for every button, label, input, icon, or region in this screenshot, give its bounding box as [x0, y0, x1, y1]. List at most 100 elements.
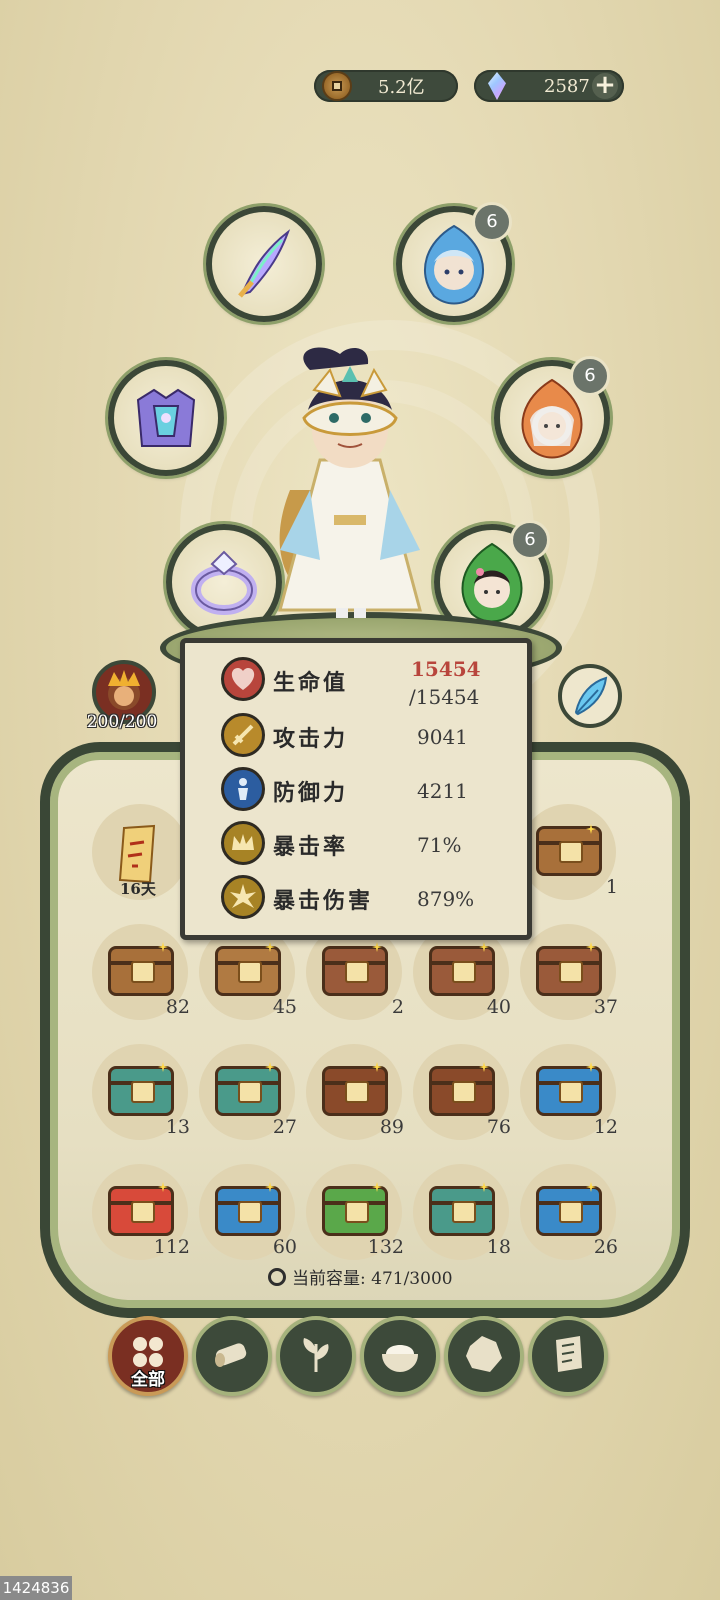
tab-scroll[interactable] — [528, 1316, 608, 1396]
stat-label: 防御力 — [273, 780, 349, 806]
stat-label: 暴击伤害 — [273, 888, 374, 914]
item-count: 37 — [593, 996, 618, 1018]
scroll-icon — [556, 1336, 582, 1372]
gem-icon — [488, 72, 506, 100]
sword-icon — [221, 713, 265, 757]
stat-crit-damage: 暴击伤害 879% — [221, 875, 511, 925]
bag-icon — [268, 1267, 286, 1286]
blade-icon — [238, 229, 291, 298]
gem-amount: 2587 — [544, 75, 590, 97]
capacity-indicator: 当前容量: 471/3000 — [268, 1264, 453, 1289]
coin-amount: 5.2亿 — [378, 77, 425, 98]
chest-icon — [429, 1066, 495, 1116]
stat-value: 4211 — [417, 779, 468, 803]
inventory-item[interactable]: 18 — [413, 1164, 511, 1260]
shield-figure-icon — [221, 767, 265, 811]
stat-label: 暴击率 — [273, 834, 349, 860]
stat-label: 生命值 — [273, 670, 349, 696]
add-gems-button[interactable]: + — [592, 72, 618, 99]
inventory-item[interactable]: 12 — [520, 1044, 618, 1140]
pet-slot-2[interactable]: 6 — [494, 356, 610, 476]
item-count: 1 — [605, 876, 618, 898]
item-count: 18 — [486, 1236, 511, 1258]
star-badge: 6 — [570, 356, 610, 396]
stat-value-current: 15454 — [411, 657, 481, 681]
item-count: 132 — [367, 1236, 404, 1258]
item-count: 82 — [165, 996, 190, 1018]
chest-icon — [536, 1066, 602, 1116]
inventory-item[interactable]: 112 — [92, 1164, 190, 1260]
star-badge: 6 — [510, 520, 550, 560]
item-count: 40 — [486, 996, 511, 1018]
gem-counter: 2587 + — [474, 70, 624, 102]
item-count: 76 — [486, 1116, 511, 1138]
duration-label: 16天 — [120, 880, 156, 898]
coin-icon — [322, 71, 352, 101]
tab-food[interactable] — [360, 1316, 440, 1396]
capacity-text: 当前容量: 471/3000 — [292, 1269, 453, 1289]
wood-log-icon — [215, 1343, 247, 1367]
crown-icon — [221, 821, 265, 865]
chest-icon — [536, 826, 602, 876]
stamina-counter: 200/200 — [86, 712, 158, 732]
armor-slot[interactable] — [108, 360, 224, 476]
item-count: 45 — [272, 996, 297, 1018]
star-badge: 6 — [472, 202, 512, 242]
stat-attack: 攻击力 9041 — [221, 713, 511, 763]
chest-icon — [429, 1186, 495, 1236]
tab-ore[interactable] — [444, 1316, 524, 1396]
stat-defense: 防御力 4211 — [221, 767, 511, 817]
chest-icon — [536, 946, 602, 996]
chest-icon — [215, 1066, 281, 1116]
inventory-item[interactable]: 13 — [92, 1044, 190, 1140]
inventory-item[interactable]: 82 — [92, 924, 190, 1020]
item-count: 27 — [272, 1116, 297, 1138]
chest-icon — [215, 1186, 281, 1236]
stats-tooltip: 生命值 15454 /15454 攻击力 9041 防御力 4211 暴击率 7… — [180, 638, 532, 940]
chest-icon — [215, 946, 281, 996]
ore-icon — [466, 1336, 502, 1372]
tab-herb[interactable] — [276, 1316, 356, 1396]
stat-label: 攻击力 — [273, 726, 349, 752]
item-count: 89 — [379, 1116, 404, 1138]
tab-wood[interactable] — [192, 1316, 272, 1396]
tab-all-label: 全部 — [131, 1370, 165, 1390]
stat-value: 879% — [417, 887, 475, 911]
coin-counter: 5.2亿 — [314, 70, 458, 102]
hero-character[interactable] — [250, 340, 450, 630]
stat-hp: 生命值 15454 /15454 — [221, 657, 511, 709]
inventory-item[interactable]: 76 — [413, 1044, 511, 1140]
rice-bowl-icon — [382, 1345, 418, 1372]
pet-slot-1[interactable]: 6 — [396, 202, 512, 322]
inventory-item[interactable]: 1 — [520, 804, 618, 900]
inventory-item[interactable]: 60 — [199, 1164, 297, 1260]
item-count: 60 — [272, 1236, 297, 1258]
chest-icon — [108, 1186, 174, 1236]
herb-icon — [303, 1338, 329, 1372]
chest-icon — [108, 946, 174, 996]
inventory-item[interactable]: 89 — [306, 1044, 404, 1140]
stat-value: 71% — [417, 833, 462, 857]
tab-all[interactable]: 全部 — [108, 1316, 188, 1396]
item-count: 112 — [153, 1236, 190, 1258]
accessory-slot[interactable] — [558, 664, 622, 728]
inventory-item[interactable]: 26 — [520, 1164, 618, 1260]
item-count: 13 — [165, 1116, 190, 1138]
stat-crit-rate: 暴击率 71% — [221, 821, 511, 871]
chest-icon — [108, 1066, 174, 1116]
stat-value-max: /15454 — [409, 685, 480, 709]
chest-icon — [322, 1186, 388, 1236]
inventory-item[interactable]: 27 — [199, 1044, 297, 1140]
chest-icon — [322, 1066, 388, 1116]
chest-icon — [429, 946, 495, 996]
stat-value: 9041 — [417, 725, 468, 749]
inventory-item-scroll[interactable]: 16天 — [92, 804, 188, 900]
heart-icon — [221, 657, 265, 701]
inventory-item[interactable]: 132 — [306, 1164, 404, 1260]
feather-icon — [574, 676, 608, 716]
armor-icon — [136, 388, 196, 447]
chest-icon — [322, 946, 388, 996]
item-count: 12 — [593, 1116, 618, 1138]
weapon-slot[interactable] — [206, 206, 322, 322]
inventory-item[interactable]: 37 — [520, 924, 618, 1020]
